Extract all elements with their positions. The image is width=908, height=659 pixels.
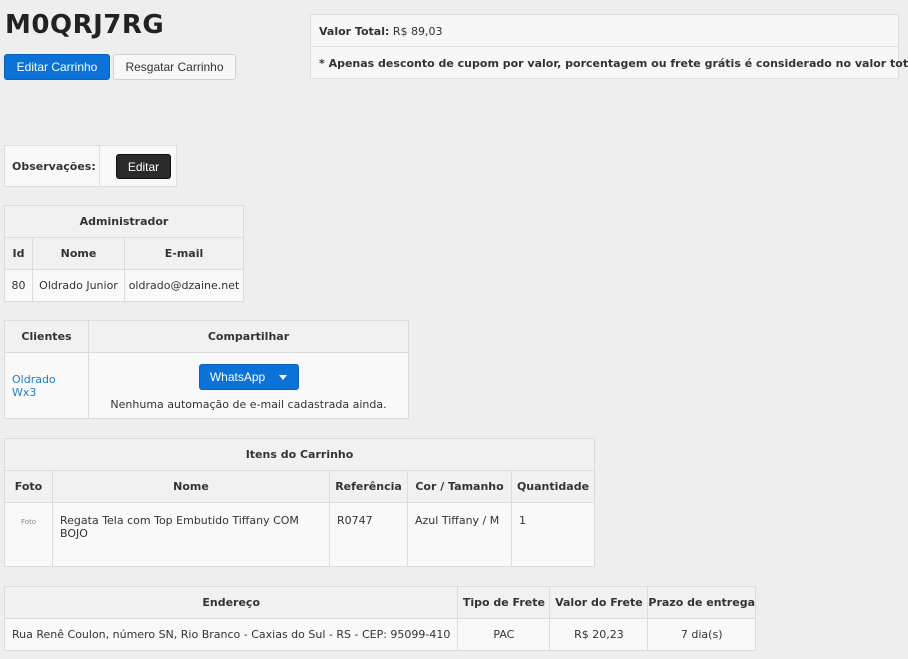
shipping-col-address: Endereço — [3, 586, 459, 619]
shipping-col-type: Tipo de Frete — [457, 586, 551, 619]
edit-cart-button[interactable]: Editar Carrinho — [4, 54, 110, 80]
total-row: Valor Total: R$ 89,03 — [319, 25, 443, 38]
total-note: * Apenas desconto de cupom por valor, po… — [319, 57, 908, 70]
admin-table: Administrador Id Nome E-mail 80 Oldrado … — [4, 205, 244, 302]
table-row: Rua Renê Coulon, número SN, Rio Branco -… — [3, 618, 756, 651]
shipping-col-value: Valor do Frete — [549, 586, 649, 619]
admin-id: 80 — [4, 269, 33, 302]
whatsapp-share-button[interactable]: WhatsApp — [198, 364, 299, 390]
observations-divider — [99, 146, 100, 186]
admin-col-name: Nome — [32, 237, 125, 270]
panel-divider — [311, 46, 898, 47]
admin-title: Administrador — [4, 205, 244, 238]
chevron-down-icon — [279, 374, 288, 380]
admin-name: Oldrado Junior — [32, 269, 125, 302]
items-col-color-size: Cor / Tamanho — [407, 470, 512, 503]
admin-email: oldrado@dzaine.net — [124, 269, 244, 302]
table-row: Oldrado Wx3 WhatsApp Nenhuma automação d… — [4, 352, 409, 419]
shipping-value: R$ 20,23 — [549, 618, 649, 651]
table-row: 80 Oldrado Junior oldrado@dzaine.net — [4, 269, 244, 302]
items-col-name: Nome — [52, 470, 330, 503]
whatsapp-share-label: WhatsApp — [209, 370, 266, 384]
client-link[interactable]: Oldrado Wx3 — [12, 373, 56, 399]
item-quantity: 1 — [511, 502, 595, 567]
shipping-col-deadline: Prazo de entrega — [647, 586, 756, 619]
total-value: R$ 89,03 — [392, 25, 443, 38]
total-label: Valor Total: — [319, 25, 390, 38]
clients-col-share: Compartilhar — [88, 320, 409, 353]
shipping-deadline: 7 dia(s) — [647, 618, 756, 651]
item-reference: R0747 — [329, 502, 408, 567]
clients-table: Clientes Compartilhar Oldrado Wx3 WhatsA… — [4, 320, 409, 419]
shipping-table: Endereço Tipo de Frete Valor do Frete Pr… — [3, 586, 756, 651]
admin-col-email: E-mail — [124, 237, 244, 270]
total-summary-panel: Valor Total: R$ 89,03 * Apenas desconto … — [310, 14, 908, 79]
clients-col-clients: Clientes — [4, 320, 89, 353]
item-photo-placeholder: Foto — [20, 518, 37, 526]
admin-col-id: Id — [4, 237, 33, 270]
items-title: Itens do Carrinho — [4, 438, 595, 471]
observations-label: Observações: — [12, 160, 96, 173]
cart-items-table: Itens do Carrinho Foto Nome Referência C… — [4, 438, 595, 567]
cart-code: M0QRJ7RG — [5, 10, 165, 40]
no-automation-text: Nenhuma automação de e-mail cadastrada a… — [110, 398, 387, 411]
shipping-address: Rua Renê Coulon, número SN, Rio Branco -… — [3, 618, 459, 651]
items-col-reference: Referência — [329, 470, 408, 503]
table-row: Foto Regata Tela com Top Embutido Tiffan… — [4, 502, 595, 567]
shipping-type: PAC — [457, 618, 551, 651]
edit-observations-button[interactable]: Editar — [116, 154, 171, 179]
items-col-quantity: Quantidade — [511, 470, 595, 503]
item-name: Regata Tela com Top Embutido Tiffany COM… — [52, 502, 330, 567]
observations-panel: Observações: Editar — [4, 145, 177, 187]
items-col-photo: Foto — [4, 470, 53, 503]
item-color-size: Azul Tiffany / M — [407, 502, 512, 567]
rescue-cart-button[interactable]: Resgatar Carrinho — [113, 54, 236, 80]
